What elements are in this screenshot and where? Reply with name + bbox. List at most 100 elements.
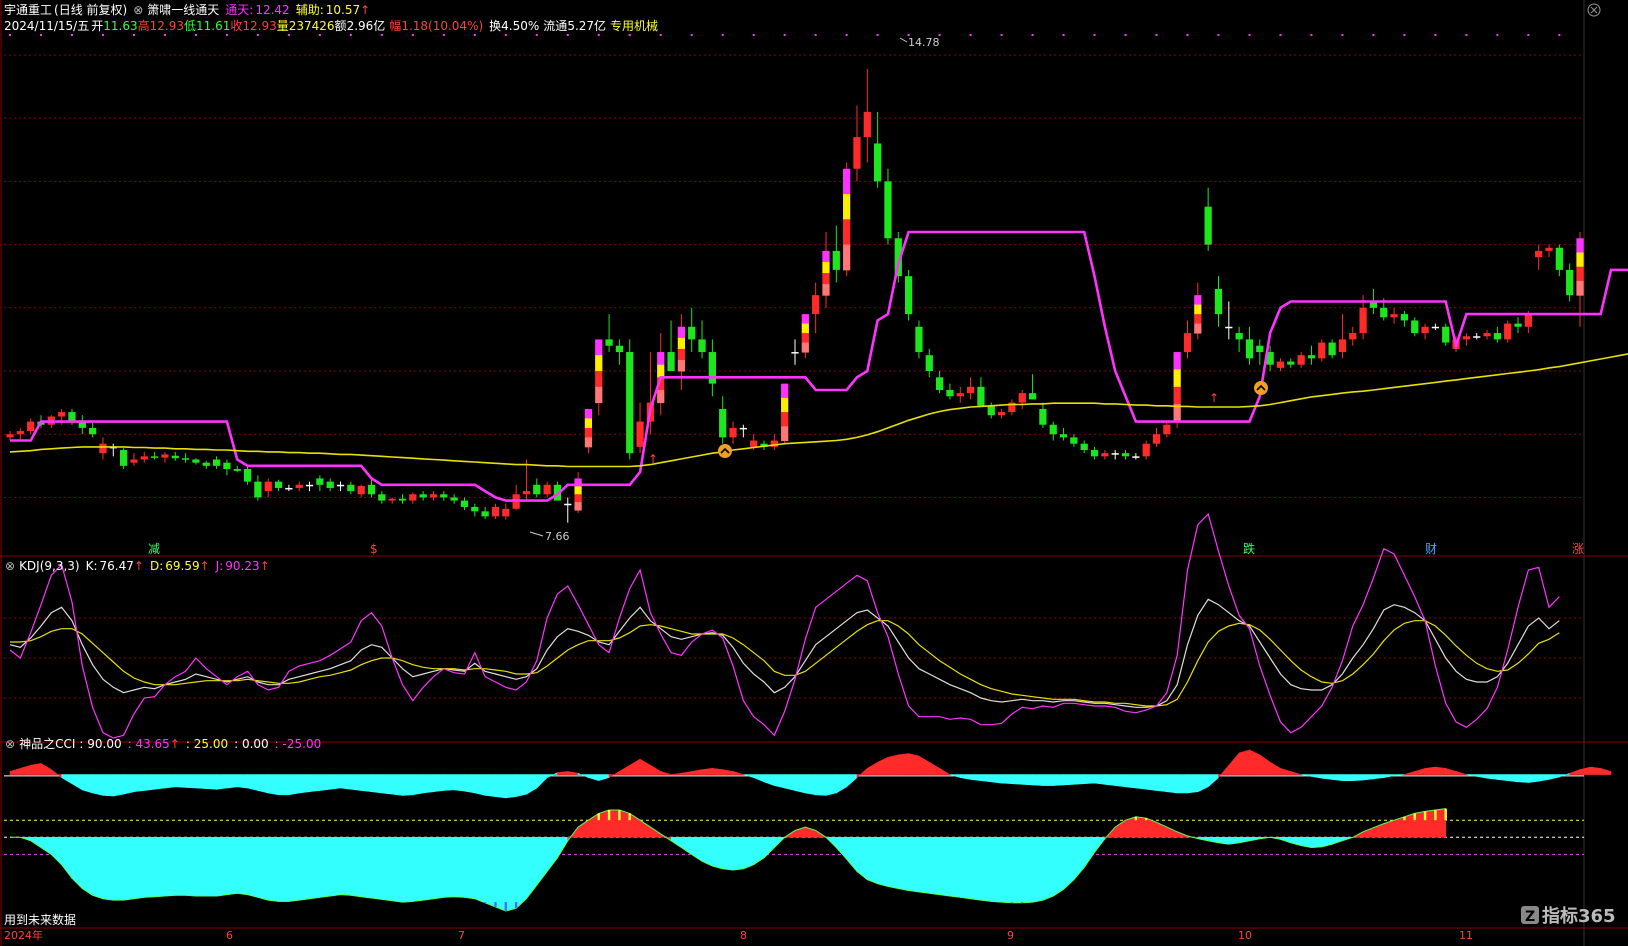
candle-body-segment: [1576, 266, 1584, 282]
cci-upper-area-segment: [1166, 774, 1178, 794]
candle-body: [1462, 336, 1470, 340]
candle: [512, 484, 520, 511]
candle-body: [1287, 361, 1295, 365]
cci-strong-bar: [1403, 816, 1406, 821]
kdj-j-arrow: ↑: [260, 559, 270, 573]
candle-body: [791, 352, 799, 354]
candle-body: [202, 462, 210, 466]
candle: [1390, 307, 1398, 324]
close-button[interactable]: [1587, 3, 1601, 17]
watermark-text: 指标365: [1542, 905, 1616, 927]
cci-upper-area-segment: [1424, 766, 1436, 775]
candle: [171, 451, 179, 461]
candle: [564, 497, 572, 523]
candle: [1256, 339, 1264, 365]
candle-body: [1101, 453, 1109, 457]
cci-upper-area-segment: [164, 774, 176, 789]
cci-main-area-segment: [112, 836, 124, 901]
cci-main-area-segment: [319, 836, 331, 898]
candle-body-segment: [781, 426, 789, 442]
tongtian-label: 通天:: [225, 3, 253, 17]
kdj-menu-icon[interactable]: ⊗: [5, 559, 15, 573]
candle: [223, 459, 231, 476]
candle-body: [719, 408, 727, 438]
cci-upper-area-segment: [980, 774, 992, 783]
candle-body: [1504, 323, 1512, 340]
candle: [884, 168, 892, 245]
candle: [1008, 399, 1016, 416]
candle: [1287, 358, 1295, 368]
candle: [1473, 333, 1481, 340]
header-row-1: 宇通重工 (日线 前复权) ⊗ 箫啸一线通天 通天: 12.42 辅助: 10.57↑: [4, 2, 370, 17]
signal-icon-2[interactable]: [1254, 381, 1268, 395]
signal-icon-1[interactable]: [718, 444, 732, 458]
candle-body-segment: [584, 437, 593, 448]
dot-48: [504, 34, 507, 36]
cci-weak-bar: [514, 902, 518, 909]
candle-body: [233, 468, 241, 471]
candle-body: [378, 494, 386, 501]
cci-upper-area-segment: [1362, 774, 1374, 781]
candle-body: [212, 459, 221, 466]
candle-body: [615, 345, 624, 353]
indicator-menu-icon[interactable]: ⊗: [133, 3, 143, 17]
cci-main-area-segment: [484, 836, 496, 908]
cci-main-area-segment: [1435, 808, 1447, 838]
cci-main-area-segment: [247, 836, 259, 898]
candle: [935, 371, 944, 394]
candle: [1504, 320, 1512, 343]
candle: [1183, 320, 1192, 359]
candle-body: [1245, 339, 1254, 359]
cci-upper-area-segment: [298, 774, 310, 794]
cci-upper-area-segment: [1042, 774, 1054, 786]
dot-105: [1093, 34, 1096, 36]
candle-body: [68, 412, 76, 422]
cci-main-area-segment: [102, 836, 114, 901]
candle-body-segment: [1194, 295, 1202, 306]
x-label-9: 9: [1007, 929, 1014, 942]
cci-menu-icon[interactable]: ⊗: [5, 737, 15, 751]
candle: [429, 491, 438, 501]
cci-upper-area-segment: [928, 761, 940, 775]
cci-upper-area-segment: [495, 774, 507, 799]
cci-upper-area-segment: [1228, 752, 1240, 775]
candle-body: [1204, 206, 1212, 245]
candle-body: [935, 377, 944, 390]
candle: [1018, 389, 1026, 409]
cci-upper-area-segment: [1011, 774, 1023, 785]
cci-upper-area-segment: [619, 764, 631, 775]
candle-body: [140, 456, 148, 460]
cci-main-area-segment: [1083, 836, 1095, 869]
candle-body: [1338, 339, 1347, 353]
candle-body: [997, 412, 1006, 416]
kdj-j-value: 90.23: [225, 559, 259, 573]
candle-body-segment: [584, 418, 593, 429]
candle-body-segment: [843, 168, 851, 195]
candle-body: [905, 276, 913, 315]
candle-body: [1349, 333, 1357, 340]
cci-main-area-segment: [867, 836, 878, 885]
candle: [698, 320, 706, 359]
x-label-10: 10: [1238, 929, 1252, 942]
cci-upper-area-segment: [1114, 774, 1126, 788]
candle: [1297, 352, 1305, 368]
cci-upper-area-segment: [660, 771, 672, 775]
candle: [1163, 421, 1171, 438]
candle-body-segment: [822, 250, 830, 263]
cci-main-area-segment: [608, 809, 620, 838]
candle-body: [192, 459, 200, 463]
cci-main-area-segment: [257, 836, 269, 901]
candlestick-series[interactable]: [6, 68, 1584, 523]
cci-upper-area-segment: [763, 774, 775, 786]
dot-126: [1310, 34, 1313, 36]
cci-upper-area-segment: [1249, 749, 1261, 775]
cci-upper-area-segment: [257, 774, 269, 794]
dot-138: [1434, 34, 1437, 36]
dot-75: [783, 34, 786, 36]
candle: [502, 503, 510, 520]
candle: [1142, 440, 1150, 460]
cci-strong-bar: [1144, 818, 1148, 821]
price-grid: [4, 54, 1584, 498]
dot-15: [163, 34, 166, 36]
candle-body-segment: [1576, 252, 1584, 268]
